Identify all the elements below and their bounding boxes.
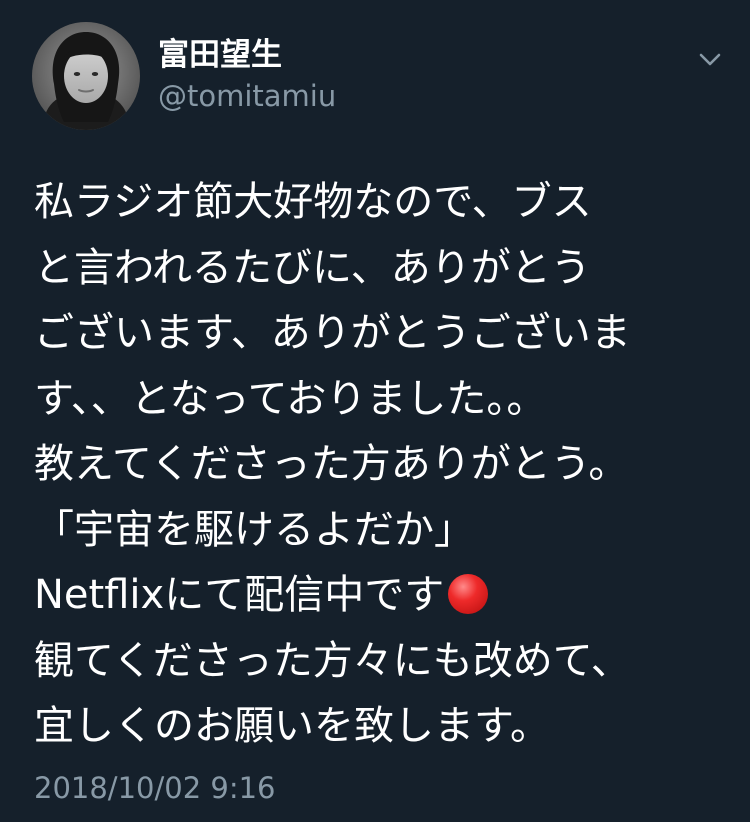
chevron-down-icon: [699, 53, 721, 66]
red-circle-icon: [448, 574, 489, 614]
tweet-text-line: ございます、ありがとうございま: [34, 310, 631, 356]
tweet-menu-button[interactable]: [692, 42, 728, 78]
tweet: 富田望生 @tomitamiu 私ラジオ節大好物なので、ブス と言われるたびに、…: [0, 0, 750, 822]
tweet-text-line: と言われるたびに、ありがとう: [34, 244, 591, 291]
tweet-text-line: 私ラジオ節大好物なので、ブス: [34, 179, 592, 225]
tweet-timestamp[interactable]: 2018/10/02 9:16: [34, 770, 276, 806]
tweet-text-line: 観てくださった方々にも改めて、: [34, 637, 631, 684]
avatar[interactable]: [32, 22, 140, 130]
tweet-text-line: Netflixにて配信中です: [34, 572, 445, 618]
tweet-text-line: 「宇宙を駆けるよだか」: [34, 506, 474, 553]
user-handle[interactable]: @tomitamiu: [158, 78, 336, 114]
avatar-image: [32, 22, 140, 130]
tweet-text: 私ラジオ節大好物なので、ブス と言われるたびに、ありがとう ございます、ありがと…: [34, 170, 734, 760]
tweet-text-line: 宜しくのお願いを致します。: [34, 703, 550, 749]
tweet-text-line: 教えてくださった方ありがとう。: [34, 441, 629, 487]
tweet-header: 富田望生 @tomitamiu: [32, 22, 722, 132]
tweet-text-line: す、、となっておりました。。: [34, 375, 547, 422]
tweet-text-line-with-emoji: Netflixにて配信中です: [34, 563, 734, 629]
display-name[interactable]: 富田望生: [158, 36, 282, 74]
